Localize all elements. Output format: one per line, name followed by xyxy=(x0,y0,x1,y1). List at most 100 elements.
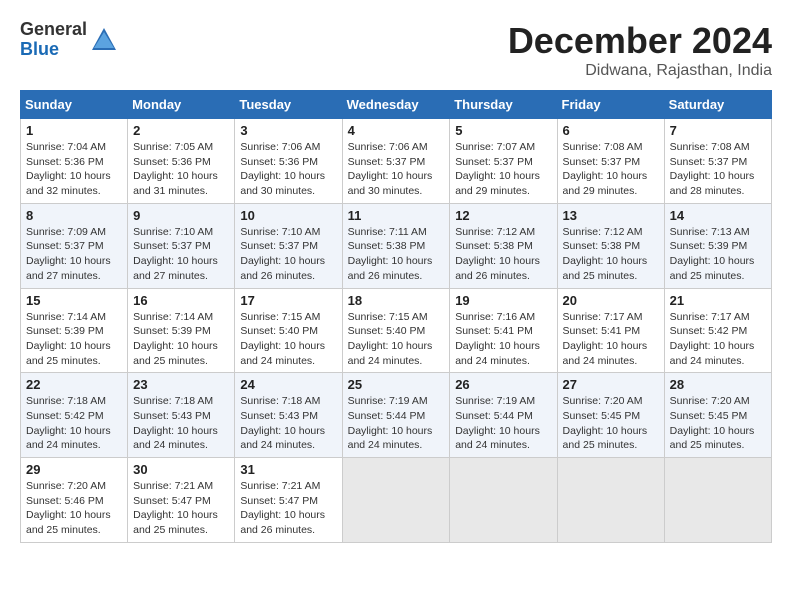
day-number: 13 xyxy=(563,208,659,223)
column-header-friday: Friday xyxy=(557,91,664,119)
day-info: Sunrise: 7:10 AMSunset: 5:37 PMDaylight:… xyxy=(240,225,336,284)
day-number: 30 xyxy=(133,462,229,477)
column-header-sunday: Sunday xyxy=(21,91,128,119)
header: General Blue December 2024 Didwana, Raja… xyxy=(20,20,772,80)
week-row-3: 15 Sunrise: 7:14 AMSunset: 5:39 PMDayligh… xyxy=(21,288,772,373)
day-number: 27 xyxy=(563,377,659,392)
calendar-cell: 4 Sunrise: 7:06 AMSunset: 5:37 PMDaylight… xyxy=(342,119,450,204)
header-row: SundayMondayTuesdayWednesdayThursdayFrid… xyxy=(21,91,772,119)
day-number: 12 xyxy=(455,208,551,223)
logo-general: General xyxy=(20,20,87,40)
day-number: 4 xyxy=(348,123,445,138)
calendar-cell: 5 Sunrise: 7:07 AMSunset: 5:37 PMDaylight… xyxy=(450,119,557,204)
day-info: Sunrise: 7:14 AMSunset: 5:39 PMDaylight:… xyxy=(26,310,122,369)
logo: General Blue xyxy=(20,20,118,60)
day-info: Sunrise: 7:08 AMSunset: 5:37 PMDaylight:… xyxy=(563,140,659,199)
day-info: Sunrise: 7:15 AMSunset: 5:40 PMDaylight:… xyxy=(348,310,445,369)
day-number: 28 xyxy=(670,377,766,392)
column-header-saturday: Saturday xyxy=(664,91,771,119)
day-number: 23 xyxy=(133,377,229,392)
day-info: Sunrise: 7:14 AMSunset: 5:39 PMDaylight:… xyxy=(133,310,229,369)
day-number: 2 xyxy=(133,123,229,138)
day-info: Sunrise: 7:21 AMSunset: 5:47 PMDaylight:… xyxy=(240,479,336,538)
column-header-thursday: Thursday xyxy=(450,91,557,119)
day-info: Sunrise: 7:06 AMSunset: 5:37 PMDaylight:… xyxy=(348,140,445,199)
day-info: Sunrise: 7:20 AMSunset: 5:45 PMDaylight:… xyxy=(670,394,766,453)
day-info: Sunrise: 7:17 AMSunset: 5:42 PMDaylight:… xyxy=(670,310,766,369)
calendar-cell: 27 Sunrise: 7:20 AMSunset: 5:45 PMDayligh… xyxy=(557,373,664,458)
week-row-1: 1Sunrise: 7:04 AMSunset: 5:36 PMDaylight… xyxy=(21,119,772,204)
calendar-cell xyxy=(342,458,450,543)
calendar-table: SundayMondayTuesdayWednesdayThursdayFrid… xyxy=(20,90,772,543)
calendar-cell: 14Sunrise: 7:13 AMSunset: 5:39 PMDayligh… xyxy=(664,203,771,288)
day-number: 31 xyxy=(240,462,336,477)
day-info: Sunrise: 7:04 AMSunset: 5:36 PMDaylight:… xyxy=(26,140,122,199)
day-info: Sunrise: 7:21 AMSunset: 5:47 PMDaylight:… xyxy=(133,479,229,538)
day-number: 29 xyxy=(26,462,122,477)
calendar-cell: 22Sunrise: 7:18 AMSunset: 5:42 PMDayligh… xyxy=(21,373,128,458)
day-info: Sunrise: 7:20 AMSunset: 5:45 PMDaylight:… xyxy=(563,394,659,453)
day-info: Sunrise: 7:08 AMSunset: 5:37 PMDaylight:… xyxy=(670,140,766,199)
calendar-cell: 7 Sunrise: 7:08 AMSunset: 5:37 PMDaylight… xyxy=(664,119,771,204)
day-number: 10 xyxy=(240,208,336,223)
calendar-cell: 21 Sunrise: 7:17 AMSunset: 5:42 PMDayligh… xyxy=(664,288,771,373)
day-number: 7 xyxy=(670,123,766,138)
week-row-4: 22Sunrise: 7:18 AMSunset: 5:42 PMDayligh… xyxy=(21,373,772,458)
calendar-cell: 20Sunrise: 7:17 AMSunset: 5:41 PMDayligh… xyxy=(557,288,664,373)
day-info: Sunrise: 7:12 AMSunset: 5:38 PMDaylight:… xyxy=(455,225,551,284)
month-title: December 2024 xyxy=(508,20,772,62)
day-info: Sunrise: 7:19 AMSunset: 5:44 PMDaylight:… xyxy=(348,394,445,453)
logo-blue: Blue xyxy=(20,40,87,60)
day-info: Sunrise: 7:05 AMSunset: 5:36 PMDaylight:… xyxy=(133,140,229,199)
logo-icon xyxy=(90,26,118,54)
calendar-cell xyxy=(664,458,771,543)
logo-text: General Blue xyxy=(20,20,87,60)
calendar-cell: 31 Sunrise: 7:21 AMSunset: 5:47 PMDayligh… xyxy=(235,458,342,543)
day-info: Sunrise: 7:09 AMSunset: 5:37 PMDaylight:… xyxy=(26,225,122,284)
day-info: Sunrise: 7:13 AMSunset: 5:39 PMDaylight:… xyxy=(670,225,766,284)
calendar-cell: 24Sunrise: 7:18 AMSunset: 5:43 PMDayligh… xyxy=(235,373,342,458)
calendar-cell: 28 Sunrise: 7:20 AMSunset: 5:45 PMDayligh… xyxy=(664,373,771,458)
day-info: Sunrise: 7:15 AMSunset: 5:40 PMDaylight:… xyxy=(240,310,336,369)
column-header-tuesday: Tuesday xyxy=(235,91,342,119)
calendar-cell: 2 Sunrise: 7:05 AMSunset: 5:36 PMDaylight… xyxy=(128,119,235,204)
day-info: Sunrise: 7:10 AMSunset: 5:37 PMDaylight:… xyxy=(133,225,229,284)
calendar-cell: 11 Sunrise: 7:11 AMSunset: 5:38 PMDayligh… xyxy=(342,203,450,288)
day-number: 26 xyxy=(455,377,551,392)
day-number: 21 xyxy=(670,293,766,308)
calendar-cell: 1Sunrise: 7:04 AMSunset: 5:36 PMDaylight… xyxy=(21,119,128,204)
day-number: 11 xyxy=(348,208,445,223)
day-number: 8 xyxy=(26,208,122,223)
day-number: 25 xyxy=(348,377,445,392)
calendar-cell: 30 Sunrise: 7:21 AMSunset: 5:47 PMDayligh… xyxy=(128,458,235,543)
day-number: 22 xyxy=(26,377,122,392)
calendar-cell: 15 Sunrise: 7:14 AMSunset: 5:39 PMDayligh… xyxy=(21,288,128,373)
day-number: 16 xyxy=(133,293,229,308)
calendar-cell: 9 Sunrise: 7:10 AMSunset: 5:37 PMDaylight… xyxy=(128,203,235,288)
day-number: 3 xyxy=(240,123,336,138)
calendar-cell: 12 Sunrise: 7:12 AMSunset: 5:38 PMDayligh… xyxy=(450,203,557,288)
day-info: Sunrise: 7:06 AMSunset: 5:36 PMDaylight:… xyxy=(240,140,336,199)
day-number: 18 xyxy=(348,293,445,308)
calendar-cell: 19Sunrise: 7:16 AMSunset: 5:41 PMDayligh… xyxy=(450,288,557,373)
day-info: Sunrise: 7:11 AMSunset: 5:38 PMDaylight:… xyxy=(348,225,445,284)
day-info: Sunrise: 7:12 AMSunset: 5:38 PMDaylight:… xyxy=(563,225,659,284)
day-info: Sunrise: 7:19 AMSunset: 5:44 PMDaylight:… xyxy=(455,394,551,453)
day-number: 5 xyxy=(455,123,551,138)
day-number: 9 xyxy=(133,208,229,223)
day-info: Sunrise: 7:07 AMSunset: 5:37 PMDaylight:… xyxy=(455,140,551,199)
calendar-cell: 10 Sunrise: 7:10 AMSunset: 5:37 PMDayligh… xyxy=(235,203,342,288)
calendar-cell: 26 Sunrise: 7:19 AMSunset: 5:44 PMDayligh… xyxy=(450,373,557,458)
week-row-5: 29Sunrise: 7:20 AMSunset: 5:46 PMDayligh… xyxy=(21,458,772,543)
calendar-cell: 29Sunrise: 7:20 AMSunset: 5:46 PMDayligh… xyxy=(21,458,128,543)
day-number: 20 xyxy=(563,293,659,308)
calendar-cell: 18 Sunrise: 7:15 AMSunset: 5:40 PMDayligh… xyxy=(342,288,450,373)
calendar-cell: 16 Sunrise: 7:14 AMSunset: 5:39 PMDayligh… xyxy=(128,288,235,373)
calendar-cell xyxy=(557,458,664,543)
day-number: 17 xyxy=(240,293,336,308)
location-title: Didwana, Rajasthan, India xyxy=(508,62,772,80)
day-number: 15 xyxy=(26,293,122,308)
day-number: 19 xyxy=(455,293,551,308)
calendar-cell: 3 Sunrise: 7:06 AMSunset: 5:36 PMDaylight… xyxy=(235,119,342,204)
day-info: Sunrise: 7:18 AMSunset: 5:43 PMDaylight:… xyxy=(240,394,336,453)
